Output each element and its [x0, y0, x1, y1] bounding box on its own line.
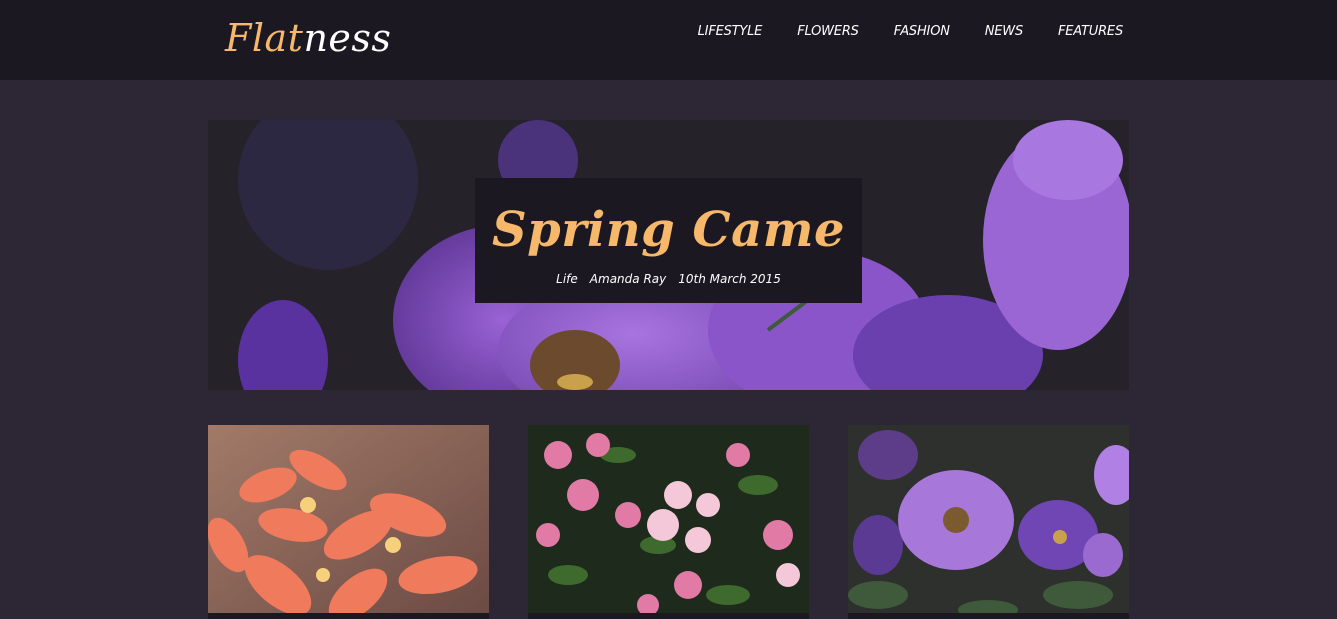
post-card-3[interactable] — [848, 425, 1129, 619]
hero-featured-post[interactable]: Spring Came Life Amanda Ray 10th March 2… — [208, 120, 1129, 390]
hero-category[interactable]: Life — [556, 272, 578, 286]
main-nav: LIFESTYLE FLOWERS FASHION NEWS FEATURES — [663, 22, 1124, 42]
logo-part-accent: Flat — [225, 16, 304, 60]
purple-petunia-image — [848, 425, 1129, 619]
hero-date: 10th March 2015 — [678, 272, 781, 286]
post-card-1[interactable] — [208, 425, 489, 619]
site-logo[interactable]: Flatness — [225, 12, 391, 64]
site-header: Flatness LIFESTYLE FLOWERS FASHION NEWS … — [0, 0, 1337, 80]
post-card-caption[interactable] — [528, 613, 809, 619]
nav-item-fashion[interactable]: FASHION — [859, 22, 950, 42]
orange-flowers-image — [208, 425, 489, 619]
logo-part-white: ness — [303, 16, 392, 60]
post-card-2[interactable] — [528, 425, 809, 619]
nav-item-news[interactable]: NEWS — [950, 22, 1023, 42]
hero-meta: Life Amanda Ray 10th March 2015 — [475, 272, 862, 286]
post-card-caption[interactable] — [848, 613, 1129, 619]
nav-item-lifestyle[interactable]: LIFESTYLE — [663, 22, 763, 42]
hero-title[interactable]: Spring Came — [475, 198, 862, 262]
post-card-caption[interactable] — [208, 613, 489, 619]
hero-author[interactable]: Amanda Ray — [590, 272, 666, 286]
hero-title-box: Spring Came Life Amanda Ray 10th March 2… — [475, 178, 862, 303]
pink-blossom-image — [528, 425, 809, 619]
nav-item-flowers[interactable]: FLOWERS — [762, 22, 859, 42]
nav-item-features[interactable]: FEATURES — [1023, 22, 1123, 42]
